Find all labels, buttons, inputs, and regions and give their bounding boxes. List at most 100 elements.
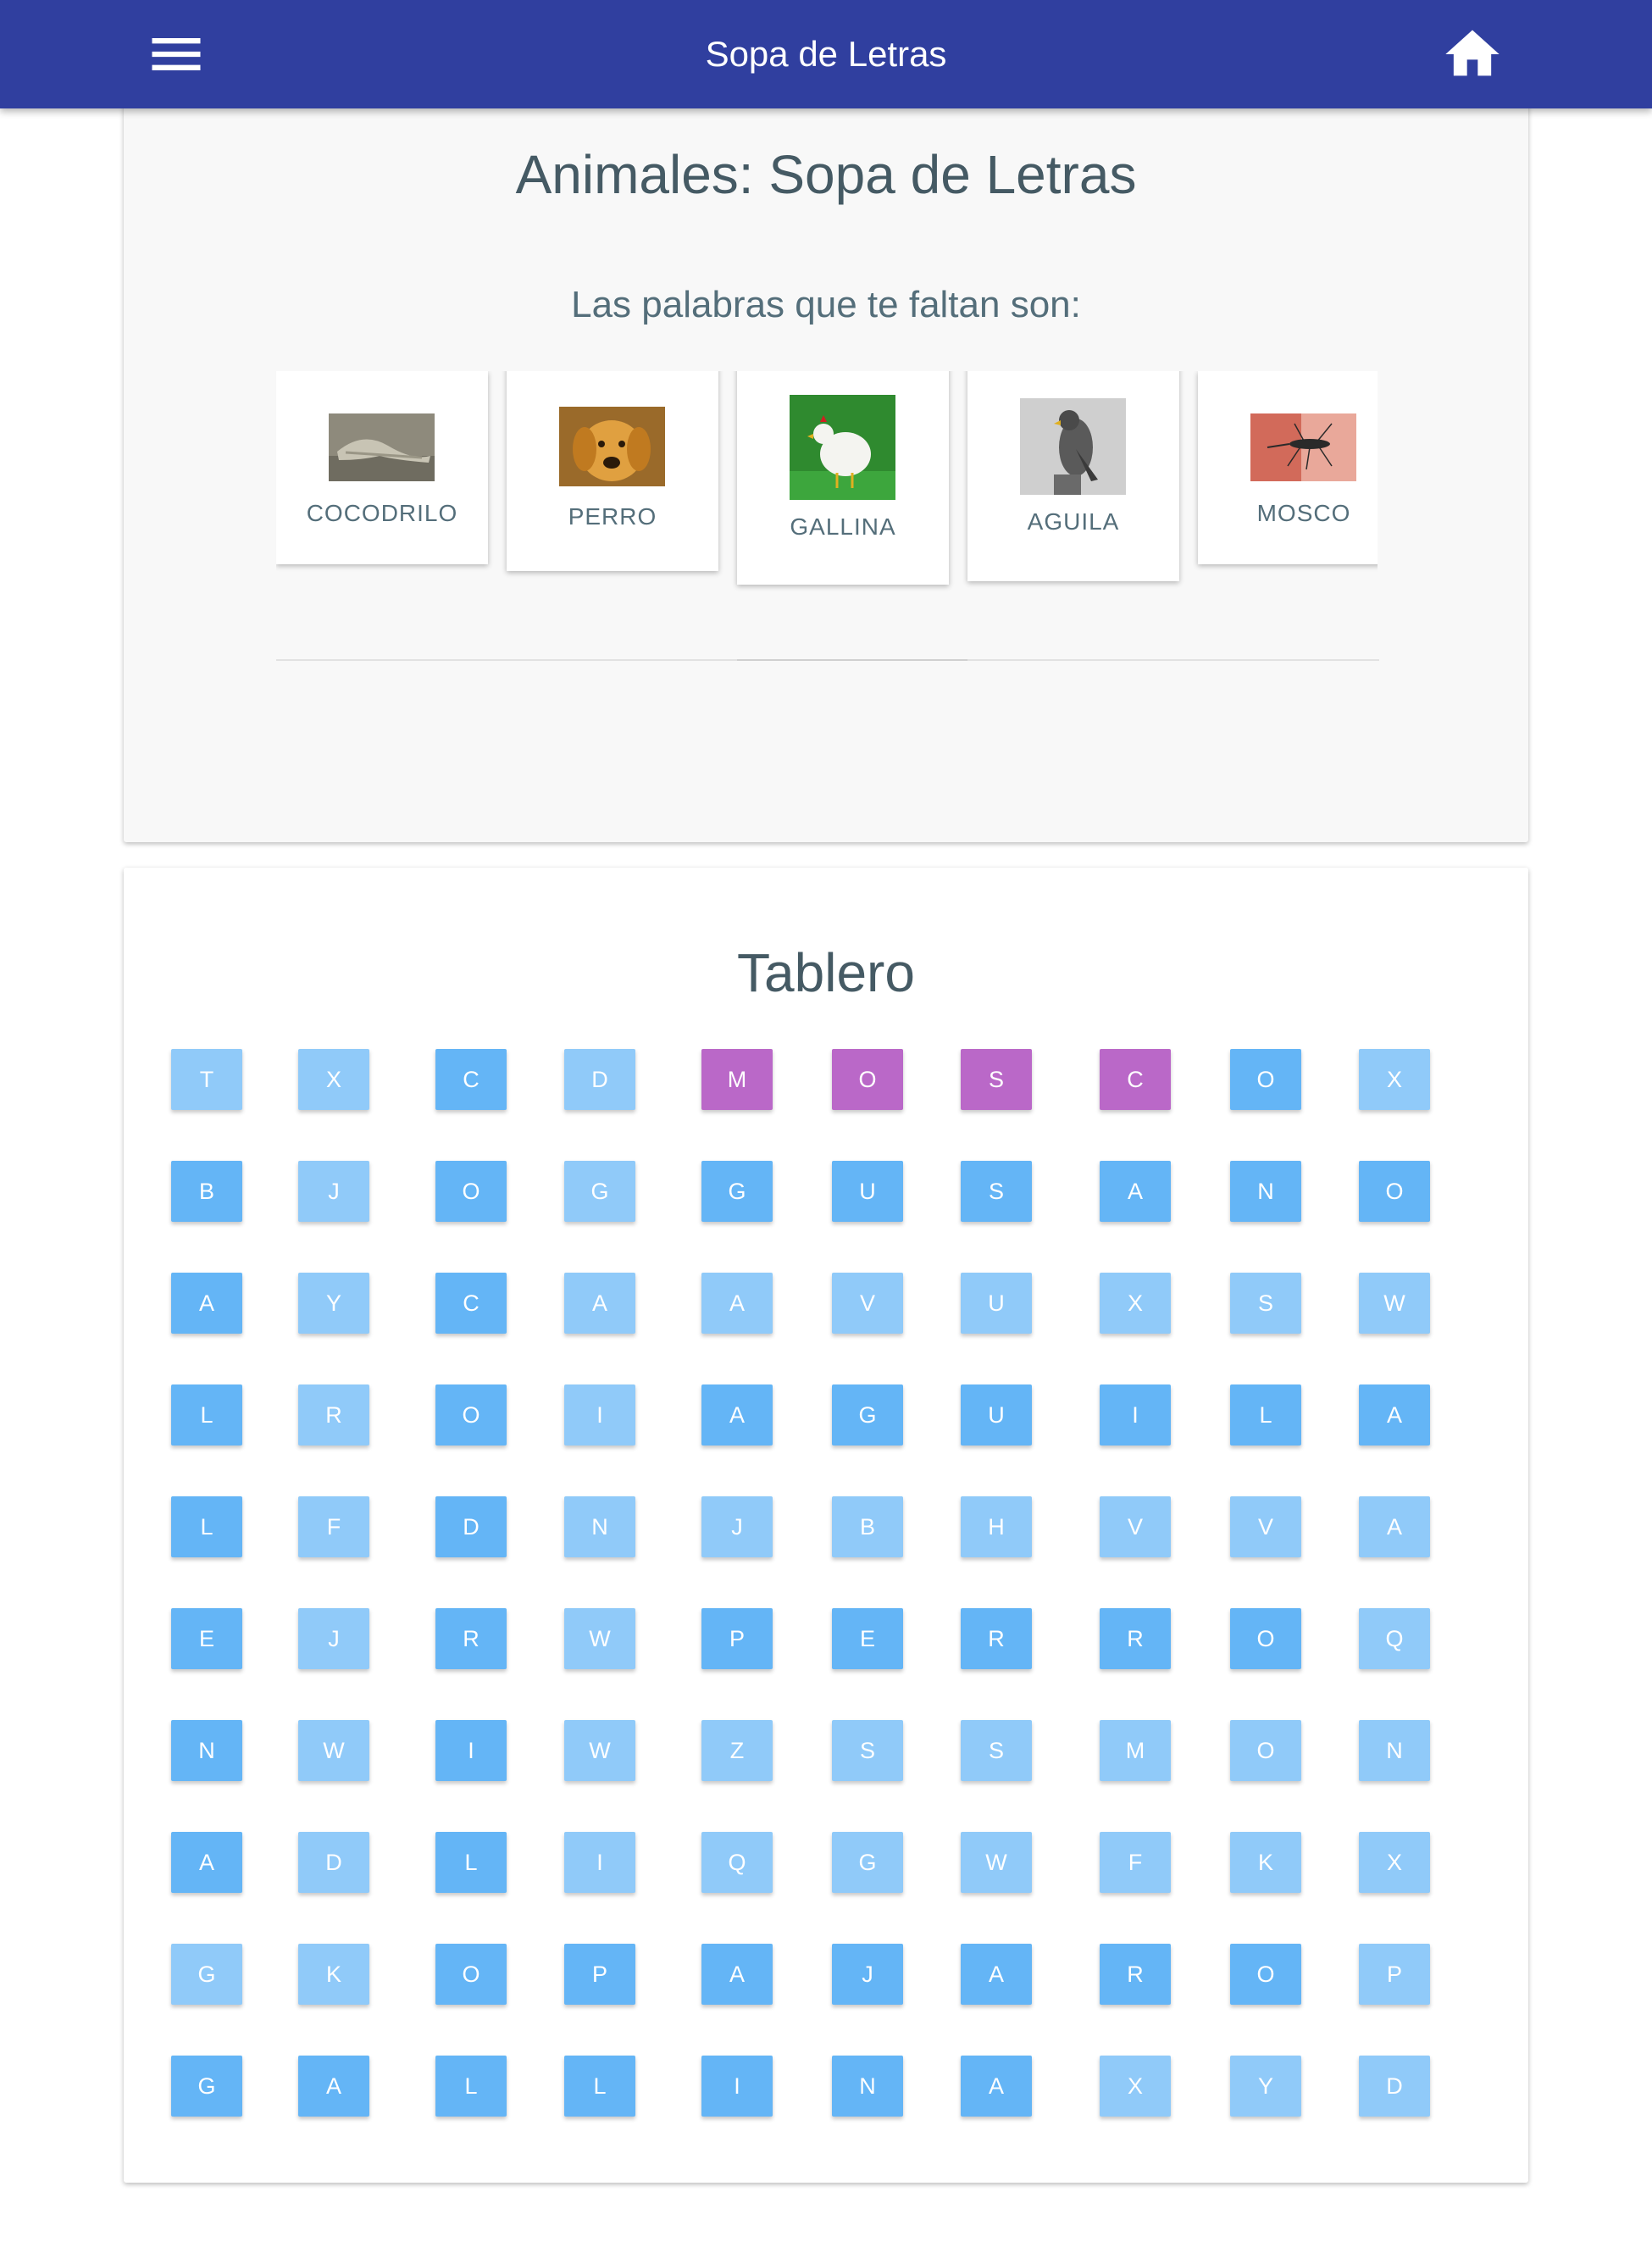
letter-tile[interactable]: A xyxy=(701,1273,773,1334)
letter-tile[interactable]: A xyxy=(1359,1384,1430,1446)
letter-tile-found[interactable]: M xyxy=(701,1049,773,1110)
letter-tile[interactable]: X xyxy=(298,1049,369,1110)
letter-tile[interactable]: W xyxy=(961,1832,1032,1893)
letter-tile[interactable]: G xyxy=(832,1832,903,1893)
letter-tile[interactable]: S xyxy=(961,1161,1032,1222)
letter-tile[interactable]: O xyxy=(435,1161,507,1222)
letter-tile[interactable]: C xyxy=(435,1049,507,1110)
letter-tile[interactable]: E xyxy=(171,1608,242,1669)
letter-tile[interactable]: A xyxy=(701,1384,773,1446)
letter-tile[interactable]: V xyxy=(832,1273,903,1334)
letter-tile[interactable]: O xyxy=(1230,1049,1301,1110)
letter-tile[interactable]: P xyxy=(564,1944,635,2005)
letter-tile[interactable]: A xyxy=(298,2056,369,2117)
letter-tile[interactable]: V xyxy=(1100,1496,1171,1557)
letter-tile[interactable]: V xyxy=(1230,1496,1301,1557)
letter-tile[interactable]: T xyxy=(171,1049,242,1110)
letter-tile[interactable]: F xyxy=(298,1496,369,1557)
letter-tile[interactable]: J xyxy=(832,1944,903,2005)
letter-tile[interactable]: A xyxy=(564,1273,635,1334)
letter-tile[interactable]: R xyxy=(435,1608,507,1669)
letter-tile[interactable]: R xyxy=(1100,1608,1171,1669)
letter-tile[interactable]: O xyxy=(1230,1720,1301,1781)
letter-tile[interactable]: B xyxy=(832,1496,903,1557)
letter-tile-found[interactable]: S xyxy=(961,1049,1032,1110)
letter-tile[interactable]: O xyxy=(1230,1944,1301,2005)
home-button[interactable] xyxy=(1440,22,1505,86)
letter-tile[interactable]: W xyxy=(298,1720,369,1781)
letter-tile[interactable]: G xyxy=(564,1161,635,1222)
letter-tile[interactable]: B xyxy=(171,1161,242,1222)
letter-tile[interactable]: J xyxy=(298,1608,369,1669)
letter-tile[interactable]: L xyxy=(435,2056,507,2117)
letter-tile[interactable]: A xyxy=(1359,1496,1430,1557)
letter-tile-found[interactable]: O xyxy=(832,1049,903,1110)
carousel-scroll-thumb[interactable] xyxy=(737,659,967,661)
letter-tile[interactable]: D xyxy=(435,1496,507,1557)
letter-tile[interactable]: N xyxy=(564,1496,635,1557)
letter-tile[interactable]: K xyxy=(298,1944,369,2005)
letter-tile[interactable]: X xyxy=(1100,2056,1171,2117)
letter-tile[interactable]: P xyxy=(701,1608,773,1669)
letter-tile[interactable]: X xyxy=(1100,1273,1171,1334)
letter-tile[interactable]: Y xyxy=(298,1273,369,1334)
letter-tile[interactable]: S xyxy=(832,1720,903,1781)
letter-tile[interactable]: O xyxy=(1359,1161,1430,1222)
letter-tile[interactable]: I xyxy=(435,1720,507,1781)
letter-tile[interactable]: D xyxy=(298,1832,369,1893)
letter-tile[interactable]: W xyxy=(564,1608,635,1669)
word-card-perro[interactable]: PERRO xyxy=(507,371,718,571)
letter-tile[interactable]: N xyxy=(1230,1161,1301,1222)
letter-tile[interactable]: J xyxy=(701,1496,773,1557)
letter-tile[interactable]: N xyxy=(171,1720,242,1781)
letter-tile[interactable]: A xyxy=(1100,1161,1171,1222)
letter-tile[interactable]: G xyxy=(832,1384,903,1446)
letter-tile[interactable]: G xyxy=(701,1161,773,1222)
letter-tile[interactable]: A xyxy=(171,1273,242,1334)
letter-tile[interactable]: A xyxy=(961,2056,1032,2117)
letter-tile-found[interactable]: C xyxy=(1100,1049,1171,1110)
letter-tile[interactable]: M xyxy=(1100,1720,1171,1781)
word-card-aguila[interactable]: AGUILA xyxy=(967,371,1179,581)
letter-tile[interactable]: X xyxy=(1359,1049,1430,1110)
word-card-mosco[interactable]: MOSCO xyxy=(1198,371,1378,564)
letter-tile[interactable]: D xyxy=(564,1049,635,1110)
letter-tile[interactable]: P xyxy=(1359,1944,1430,2005)
letter-tile[interactable]: L xyxy=(171,1384,242,1446)
letter-tile[interactable]: K xyxy=(1230,1832,1301,1893)
letter-tile[interactable]: L xyxy=(1230,1384,1301,1446)
letter-tile[interactable]: L xyxy=(564,2056,635,2117)
letter-tile[interactable]: C xyxy=(435,1273,507,1334)
letter-tile[interactable]: A xyxy=(171,1832,242,1893)
letter-tile[interactable]: O xyxy=(435,1944,507,2005)
letter-tile[interactable]: U xyxy=(961,1384,1032,1446)
letter-tile[interactable]: H xyxy=(961,1496,1032,1557)
letter-tile[interactable]: Z xyxy=(701,1720,773,1781)
letter-tile[interactable]: S xyxy=(961,1720,1032,1781)
letter-tile[interactable]: S xyxy=(1230,1273,1301,1334)
letter-tile[interactable]: W xyxy=(564,1720,635,1781)
letter-tile[interactable]: W xyxy=(1359,1273,1430,1334)
letter-tile[interactable]: I xyxy=(1100,1384,1171,1446)
letter-tile[interactable]: I xyxy=(564,1384,635,1446)
letter-tile[interactable]: I xyxy=(564,1832,635,1893)
letter-tile[interactable]: U xyxy=(961,1273,1032,1334)
letter-tile[interactable]: F xyxy=(1100,1832,1171,1893)
letter-tile[interactable]: J xyxy=(298,1161,369,1222)
letter-tile[interactable]: D xyxy=(1359,2056,1430,2117)
word-card-cocodrilo[interactable]: COCODRILO xyxy=(276,371,488,564)
letter-tile[interactable]: Q xyxy=(1359,1608,1430,1669)
carousel-scrollbar[interactable] xyxy=(276,659,1379,661)
letter-tile[interactable]: L xyxy=(171,1496,242,1557)
letter-tile[interactable]: G xyxy=(171,2056,242,2117)
words-carousel[interactable]: COCODRILO PERRO GALLINA AGUILA MOSCO xyxy=(276,371,1378,629)
letter-tile[interactable]: R xyxy=(298,1384,369,1446)
letter-tile[interactable]: G xyxy=(171,1944,242,2005)
letter-tile[interactable]: O xyxy=(435,1384,507,1446)
letter-tile[interactable]: X xyxy=(1359,1832,1430,1893)
letter-tile[interactable]: N xyxy=(832,2056,903,2117)
letter-tile[interactable]: Y xyxy=(1230,2056,1301,2117)
letter-tile[interactable]: E xyxy=(832,1608,903,1669)
letter-tile[interactable]: R xyxy=(961,1608,1032,1669)
letter-tile[interactable]: A xyxy=(961,1944,1032,2005)
